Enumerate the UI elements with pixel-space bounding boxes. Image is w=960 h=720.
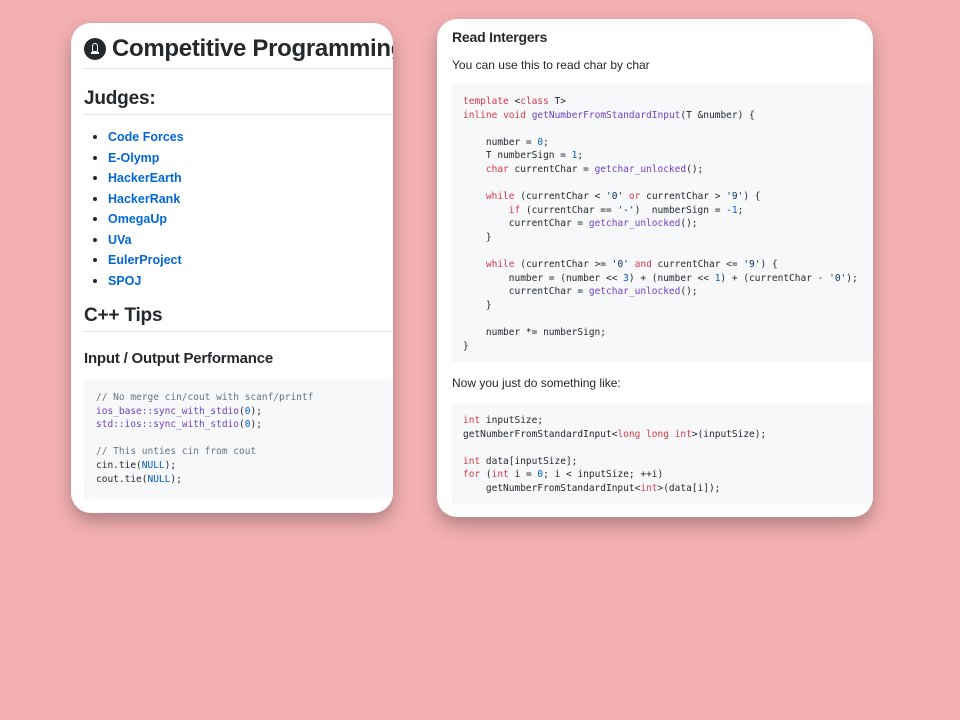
code-line: ios_base::sync_with_stdio(0); bbox=[96, 405, 262, 417]
list-item: E-Olymp bbox=[91, 148, 184, 169]
right-card: Read Intergers You can use this to read … bbox=[437, 19, 873, 517]
code-line: getNumberFromStandardInput<long long int… bbox=[463, 428, 767, 440]
code-line: number = 0; bbox=[463, 136, 549, 148]
logo-icon bbox=[84, 38, 106, 60]
page-title-text: Competitive Programming bbox=[112, 35, 393, 62]
code-line: currentChar = getchar_unlocked(); bbox=[463, 218, 698, 230]
usage-text: Now you just do something like: bbox=[452, 376, 621, 390]
judge-link-omegaup[interactable]: OmegaUp bbox=[108, 212, 167, 226]
bullet-icon bbox=[93, 155, 97, 160]
intro-text: You can use this to read char by char bbox=[452, 58, 650, 72]
code-line: cout.tie(NULL); bbox=[96, 473, 182, 485]
read-integers-code-block: template <class T> inline void getNumberF… bbox=[452, 84, 873, 362]
bullet-icon bbox=[93, 176, 97, 181]
list-item: Code Forces bbox=[91, 127, 184, 148]
left-card: Competitive Programming Judges: Code For… bbox=[71, 23, 393, 513]
read-integers-heading: Read Intergers bbox=[452, 29, 548, 45]
page-title: Competitive Programming bbox=[84, 35, 393, 63]
usage-code-block: int inputSize; getNumberFromStandardInput… bbox=[452, 403, 873, 505]
judges-divider bbox=[84, 114, 393, 115]
code-line: // No merge cin/cout with scanf/printf bbox=[96, 392, 314, 403]
list-item: OmegaUp bbox=[91, 209, 184, 230]
code-line: // This unties cin from cout bbox=[96, 446, 257, 458]
code-line: number *= numberSign; bbox=[463, 327, 606, 339]
list-item: HackerRank bbox=[91, 189, 184, 210]
code-line: } bbox=[463, 299, 492, 311]
code-line: getNumberFromStandardInput<int>(data[i])… bbox=[463, 482, 721, 494]
code-line: if (currentChar == '-') numberSign = -1; bbox=[508, 204, 744, 216]
tips-divider bbox=[84, 331, 393, 332]
list-item: HackerEarth bbox=[91, 168, 184, 189]
code-line: while (currentChar < '0' or currentChar … bbox=[485, 191, 761, 203]
judge-link-eulerproject[interactable]: EulerProject bbox=[108, 253, 182, 267]
list-item: SPOJ bbox=[91, 271, 184, 292]
judge-link-spoj[interactable]: SPOJ bbox=[108, 274, 141, 288]
judges-heading: Judges: bbox=[84, 88, 156, 109]
code-line: while (currentChar >= '0' and currentCha… bbox=[485, 259, 778, 271]
bullet-icon bbox=[93, 196, 97, 201]
title-divider bbox=[84, 68, 393, 69]
code-line: for (int i = 0; i < inputSize; ++i) bbox=[463, 469, 664, 481]
code-line: } bbox=[463, 340, 469, 352]
code-line: } bbox=[463, 231, 492, 243]
bullet-icon bbox=[93, 135, 97, 140]
code-line: number = (number << 3) + (number << 1) +… bbox=[463, 272, 858, 284]
code-line: T numberSign = 1; bbox=[463, 150, 584, 162]
io-code-block: // No merge cin/cout with scanf/printf io… bbox=[84, 379, 393, 499]
code-line: std::ios::sync_with_stdio(0); bbox=[96, 419, 262, 431]
code-line: char currentChar = getchar_unlocked(); bbox=[485, 163, 704, 175]
judge-link-uva[interactable]: UVa bbox=[108, 233, 132, 247]
list-item: EulerProject bbox=[91, 250, 184, 271]
judge-link-hackerearth[interactable]: HackerEarth bbox=[108, 171, 182, 185]
code-line: int inputSize; bbox=[463, 415, 544, 426]
code-line: currentChar = getchar_unlocked(); bbox=[463, 286, 698, 298]
code-line: inline void getNumberFromStandardInput(T… bbox=[463, 109, 755, 121]
judge-link-codeforces[interactable]: Code Forces bbox=[108, 130, 184, 144]
code-line: int data[inputSize]; bbox=[463, 455, 578, 467]
bullet-icon bbox=[93, 237, 97, 242]
bullet-icon bbox=[93, 278, 97, 283]
code-line: template <class T> bbox=[463, 96, 566, 107]
code-line: cin.tie(NULL); bbox=[96, 459, 177, 471]
list-item: UVa bbox=[91, 230, 184, 251]
tips-heading: C++ Tips bbox=[84, 305, 163, 326]
judge-link-hackerrank[interactable]: HackerRank bbox=[108, 192, 180, 206]
judge-link-eolymp[interactable]: E-Olymp bbox=[108, 151, 159, 165]
bullet-icon bbox=[93, 258, 97, 263]
io-heading: Input / Output Performance bbox=[84, 350, 273, 367]
bullet-icon bbox=[93, 217, 97, 222]
judges-list: Code Forces E-Olymp HackerEarth HackerRa… bbox=[91, 127, 184, 291]
